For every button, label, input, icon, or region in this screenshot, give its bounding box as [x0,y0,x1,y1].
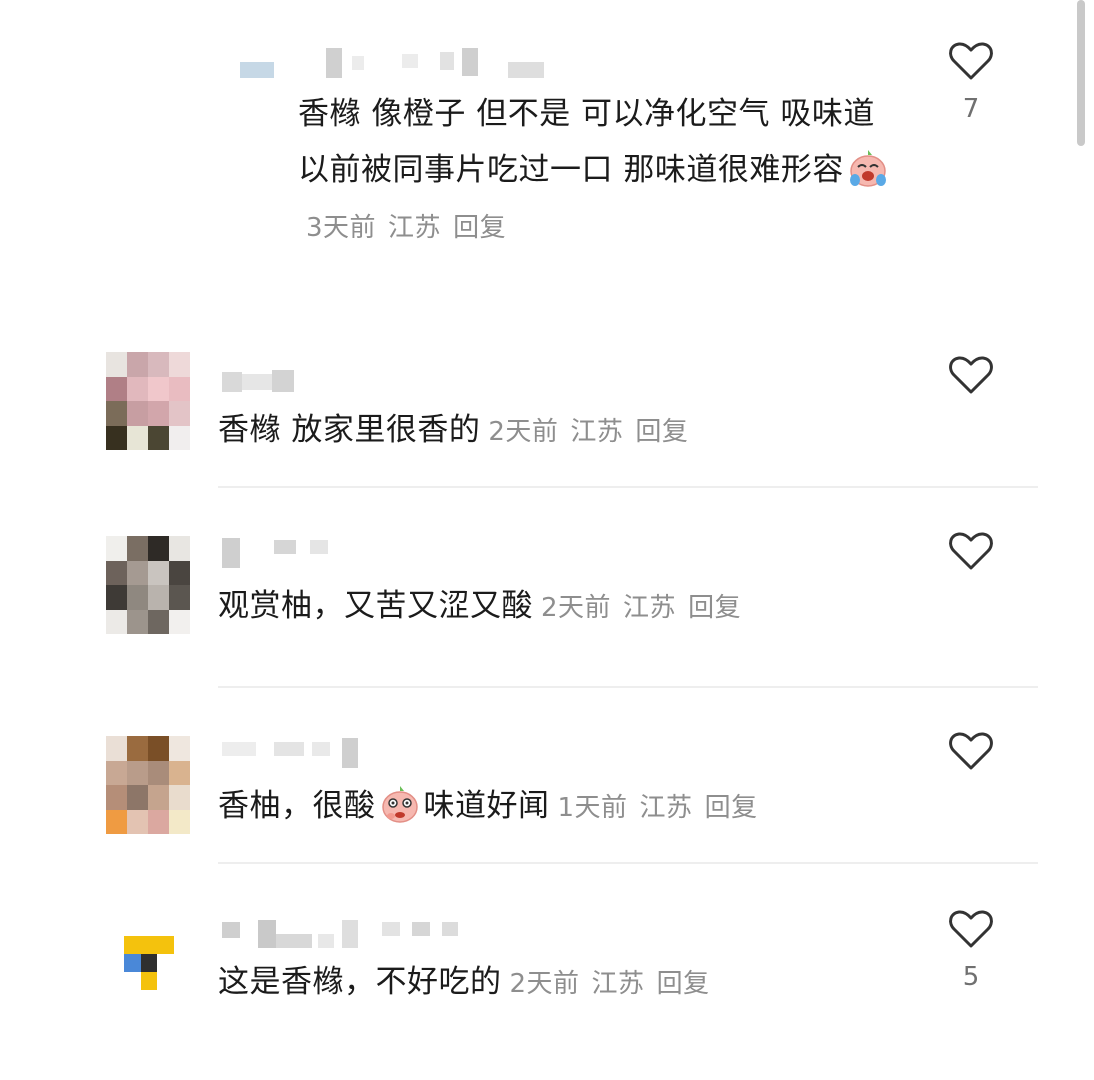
username-blurred[interactable] [222,920,462,948]
comment-time: 2天前 [509,969,580,999]
comment-body: 香柚，很酸 [218,788,376,824]
username-blurred[interactable] [222,738,362,768]
like-button[interactable] [944,730,998,784]
comment-body-after-emoji: 味道好闻 [423,788,550,824]
reply-button[interactable]: 回复 [657,969,710,999]
comment-time: 1天前 [557,793,628,823]
crying-laugh-peach-emoji [849,150,886,187]
comment-text: 这是香橼，不好吃的 2天前 江苏 回复 [218,954,918,1012]
username-blurred[interactable] [240,48,550,78]
like-button[interactable]: 7 [944,40,998,124]
comment-location: 江苏 [591,969,645,999]
comment-text: 香橼 放家里很香的 2天前 江苏 回复 [218,402,918,460]
scrollbar[interactable] [1077,0,1085,146]
heart-outline-icon [949,356,993,394]
comment-text: 观赏柚，又苦又涩又酸 2天前 江苏 回复 [218,578,918,636]
avatar[interactable] [124,936,174,990]
comment-location: 江苏 [388,213,442,243]
heart-outline-icon [949,910,993,948]
username-blurred[interactable] [222,370,302,396]
comment-body: 这是香橼，不好吃的 [218,964,502,1000]
comment-location: 江苏 [639,793,693,823]
comment-time: 3天前 [306,213,377,243]
heart-outline-icon [949,532,993,570]
heart-outline-icon [949,732,993,770]
comment-text: 香橼 像橙子 但不是 可以净化空气 吸味道 以前被同事片吃过一口 那味道很难形容… [298,86,908,256]
comment-time: 2天前 [541,593,612,623]
heart-outline-icon [949,42,993,80]
username-blurred[interactable] [222,538,332,568]
like-button[interactable]: 5 [944,908,998,992]
divider [218,686,1038,688]
comment-location: 江苏 [623,593,677,623]
comment-time: 2天前 [488,417,559,447]
avatar[interactable] [106,536,190,634]
like-button[interactable] [944,530,998,584]
comment-location: 江苏 [570,417,624,447]
like-button[interactable] [944,354,998,408]
reply-button[interactable]: 回复 [453,213,506,243]
comment-body: 香橼 放家里很香的 [218,412,481,448]
reply-button[interactable]: 回复 [688,593,741,623]
reply-button[interactable]: 回复 [635,417,688,447]
avatar[interactable] [106,352,190,450]
comment-text: 香柚，很酸 味道好闻 1天前 江苏 回复 [218,778,938,836]
like-count: 7 [962,94,980,124]
divider [218,486,1038,488]
like-count: 5 [962,962,980,992]
sour-face-peach-emoji [381,786,418,823]
avatar[interactable] [106,736,190,834]
comment-body: 观赏柚，又苦又涩又酸 [218,588,533,624]
reply-button[interactable]: 回复 [705,793,758,823]
divider [218,862,1038,864]
comment-body: 香橼 像橙子 但不是 可以净化空气 吸味道 以前被同事片吃过一口 那味道很难形容 [298,96,875,188]
